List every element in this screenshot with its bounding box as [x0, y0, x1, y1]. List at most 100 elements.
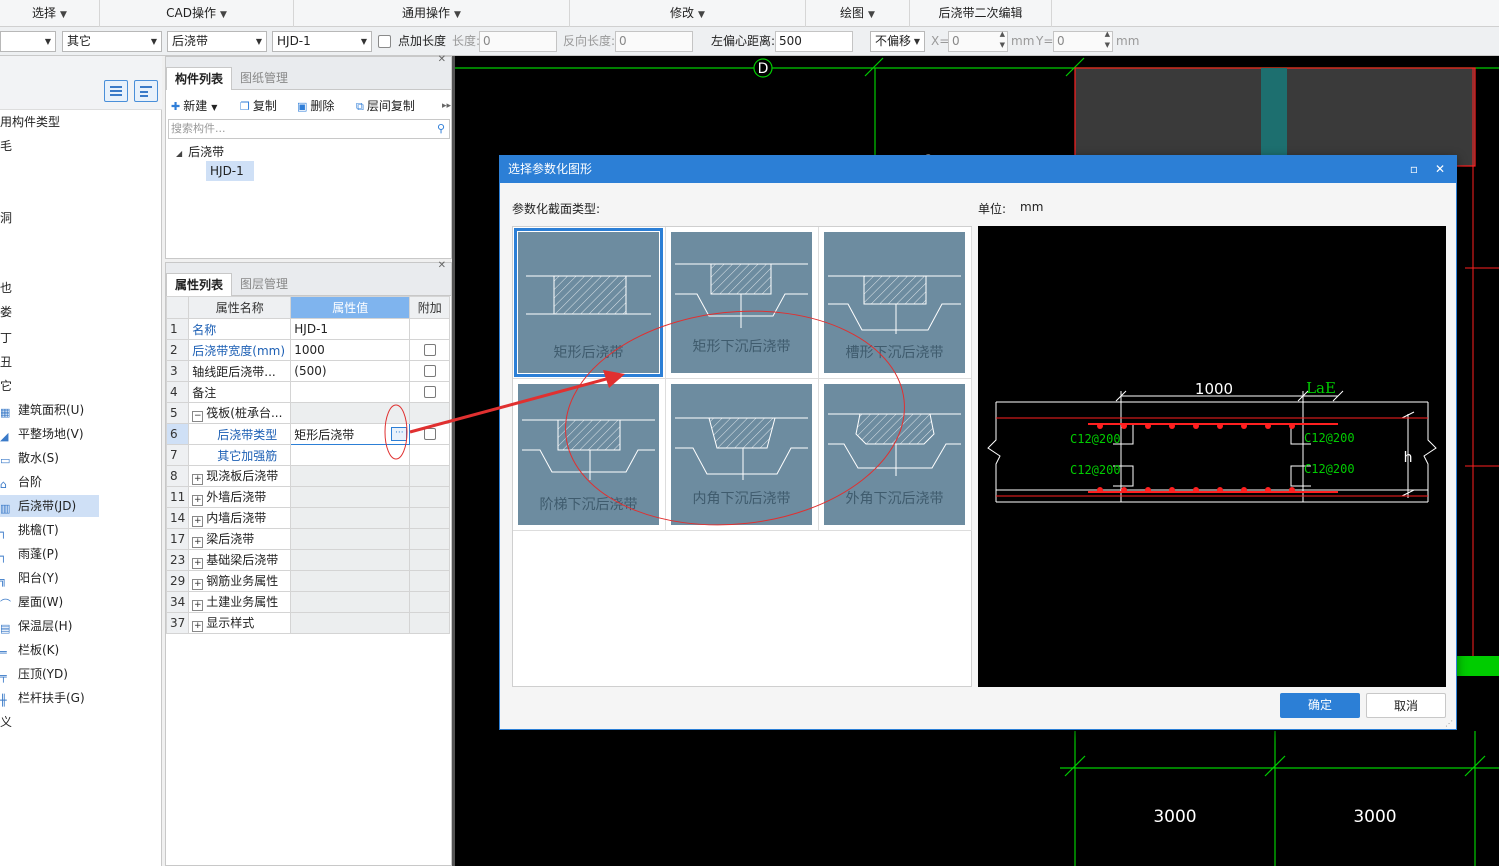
nav-item[interactable]: 义	[0, 711, 12, 733]
close-icon[interactable]: ✕	[1428, 156, 1452, 183]
tree-node-post-pour[interactable]: ◢ 后浇带	[176, 142, 224, 162]
delete-button[interactable]: ▣ 删除	[297, 96, 334, 116]
shape-rect-sunken[interactable]: 矩形下沉后浇带	[666, 227, 819, 379]
nav-item-eaves[interactable]: ┐ 挑檐(T)	[0, 519, 59, 541]
table-row-selected[interactable]: 6 后浇带类型 矩形后浇带 ···	[165, 423, 451, 445]
table-row[interactable]: 8 + 现浇板后浇带	[165, 465, 451, 487]
expand-icon[interactable]: ◢	[176, 149, 182, 158]
nav-item-parapet[interactable]: ═ 栏板(K)	[0, 639, 59, 661]
shape-rect-post-pour[interactable]: 矩形后浇带	[513, 227, 666, 379]
tab-property-list[interactable]: 属性列表	[166, 273, 233, 296]
table-row[interactable]: 37 + 显示样式	[165, 612, 451, 634]
expand-icon[interactable]: +	[192, 579, 204, 590]
tab-component-list[interactable]: 构件列表	[166, 67, 233, 90]
row-value[interactable]	[290, 444, 411, 466]
new-button[interactable]: ✚ 新建 ▼	[171, 96, 217, 116]
row-value[interactable]: HJD-1	[290, 318, 411, 340]
menu-modify[interactable]: 修改 ▼	[570, 0, 806, 27]
nav-item[interactable]: 丑	[0, 351, 12, 373]
close-icon[interactable]: ✕	[438, 54, 446, 65]
table-row[interactable]: 4 备注	[165, 381, 451, 403]
row-name-group[interactable]: + 外墙后浇带	[188, 486, 292, 508]
nav-item[interactable]: 它	[0, 375, 12, 397]
row-name-group[interactable]: + 土建业务属性	[188, 591, 292, 613]
component-search-input[interactable]: 搜索构件... ⚲	[168, 119, 450, 139]
nav-item[interactable]: 洞	[0, 207, 12, 229]
expand-icon[interactable]: +	[192, 474, 204, 485]
row-name-group[interactable]: + 现浇板后浇带	[188, 465, 292, 487]
expand-icon[interactable]: +	[192, 558, 204, 569]
add-length-checkbox[interactable]	[378, 35, 391, 48]
nav-item-post-pour-strip[interactable]: ▥ 后浇带(JD)	[0, 495, 99, 517]
table-row[interactable]: 14 + 内墙后浇带	[165, 507, 451, 529]
x-input[interactable]: 0 ▲ ▼	[948, 29, 1008, 52]
dialog-titlebar[interactable]: 选择参数化图形 ▫ ✕	[500, 156, 1456, 183]
row-name-group[interactable]: + 内墙后浇带	[188, 507, 292, 529]
component-select[interactable]: HJD-1 ▼	[272, 31, 372, 52]
table-row[interactable]: 3 轴线距后浇带... (500)	[165, 360, 451, 382]
menu-draw[interactable]: 绘图 ▼	[806, 0, 910, 27]
shape-inner-corner-sunken[interactable]: 内角下沉后浇带	[666, 379, 819, 531]
nav-item-common[interactable]: 用构件类型	[0, 111, 60, 133]
nav-item[interactable]: 毛	[0, 135, 12, 157]
table-row[interactable]: 23 + 基础梁后浇带	[165, 549, 451, 571]
detail-view-button[interactable]	[134, 80, 158, 102]
nav-item-apron[interactable]: ▭ 散水(S)	[0, 447, 59, 469]
component-type-select[interactable]: 后浇带 ▼	[167, 31, 267, 52]
nav-item-balcony[interactable]: ╗ 阳台(Y)	[0, 567, 59, 589]
menu-cad-ops[interactable]: CAD操作 ▼	[100, 0, 294, 27]
table-row[interactable]: 5 − 筏板(桩承台...	[165, 402, 451, 424]
table-row[interactable]: 11 + 外墙后浇带	[165, 486, 451, 508]
maximize-icon[interactable]: ▫	[1402, 156, 1426, 183]
resize-grip-icon[interactable]: ⋰	[1445, 719, 1453, 728]
ellipsis-button[interactable]: ···	[391, 427, 408, 441]
search-icon[interactable]: ⚲	[437, 120, 445, 138]
cancel-button[interactable]: 取消	[1366, 693, 1446, 718]
row-value-editor[interactable]: 矩形后浇带 ···	[290, 423, 411, 445]
nav-item-coping[interactable]: ╤ 压顶(YD)	[0, 663, 68, 685]
floor-select[interactable]: ▼	[0, 31, 56, 52]
tab-layer-manage[interactable]: 图层管理	[232, 273, 296, 296]
nav-item[interactable]: 也	[0, 277, 12, 299]
table-row[interactable]: 7 其它加强筋	[165, 444, 451, 466]
copy-button[interactable]: ❐ 复制	[240, 96, 277, 116]
list-view-button[interactable]	[104, 80, 128, 102]
category-select[interactable]: 其它 ▼	[62, 31, 162, 52]
nav-item[interactable]: 娄	[0, 301, 12, 323]
floor-copy-button[interactable]: ⧉ 层间复制	[356, 96, 415, 116]
collapse-icon[interactable]: −	[192, 411, 204, 422]
nav-item-building-area[interactable]: ▦ 建筑面积(U)	[0, 399, 84, 421]
tree-node-hjd1[interactable]: HJD-1	[206, 161, 254, 181]
reverse-length-input[interactable]: 0	[615, 31, 693, 52]
table-row[interactable]: 2 后浇带宽度(mm) 1000	[165, 339, 451, 361]
tab-drawing-manage[interactable]: 图纸管理	[232, 67, 296, 90]
expand-icon[interactable]: +	[192, 621, 204, 632]
y-input[interactable]: 0 ▲ ▼	[1053, 29, 1113, 52]
row-value[interactable]: 1000	[290, 339, 411, 361]
nav-item-roof[interactable]: ⌒ 屋面(W)	[0, 591, 63, 613]
left-offset-input[interactable]: 500	[775, 31, 853, 52]
nav-item-insulation[interactable]: ▤ 保温层(H)	[0, 615, 72, 637]
expand-icon[interactable]: +	[192, 495, 204, 506]
offset-mode-select[interactable]: 不偏移 ▼	[870, 31, 925, 52]
nav-item-railing[interactable]: ╫ 栏杆扶手(G)	[0, 687, 85, 709]
shape-step-sunken[interactable]: 阶梯下沉后浇带	[513, 379, 666, 531]
table-row[interactable]: 1 名称 HJD-1	[165, 318, 451, 340]
menu-post-pour-edit[interactable]: 后浇带二次编辑	[910, 0, 1052, 27]
length-input[interactable]: 0	[479, 31, 557, 52]
spin-icon[interactable]: ▲ ▼	[1000, 29, 1005, 51]
nav-item[interactable]: 丁	[0, 327, 12, 349]
spin-icon[interactable]: ▲ ▼	[1105, 29, 1110, 51]
row-name-group[interactable]: − 筏板(桩承台...	[188, 402, 292, 424]
menu-general-ops[interactable]: 通用操作 ▼	[294, 0, 570, 27]
menu-select[interactable]: 选择 ▼	[0, 0, 100, 27]
table-row[interactable]: 34 + 土建业务属性	[165, 591, 451, 613]
add-checkbox[interactable]	[423, 344, 436, 356]
table-row[interactable]: 17 + 梁后浇带	[165, 528, 451, 550]
nav-item-canopy[interactable]: ┐ 雨蓬(P)	[0, 543, 59, 565]
row-value[interactable]: (500)	[290, 360, 411, 382]
expand-icon[interactable]: +	[192, 516, 204, 527]
add-checkbox[interactable]	[423, 386, 436, 398]
more-icon[interactable]: ▸▸	[442, 96, 451, 116]
row-name-group[interactable]: + 基础梁后浇带	[188, 549, 292, 571]
